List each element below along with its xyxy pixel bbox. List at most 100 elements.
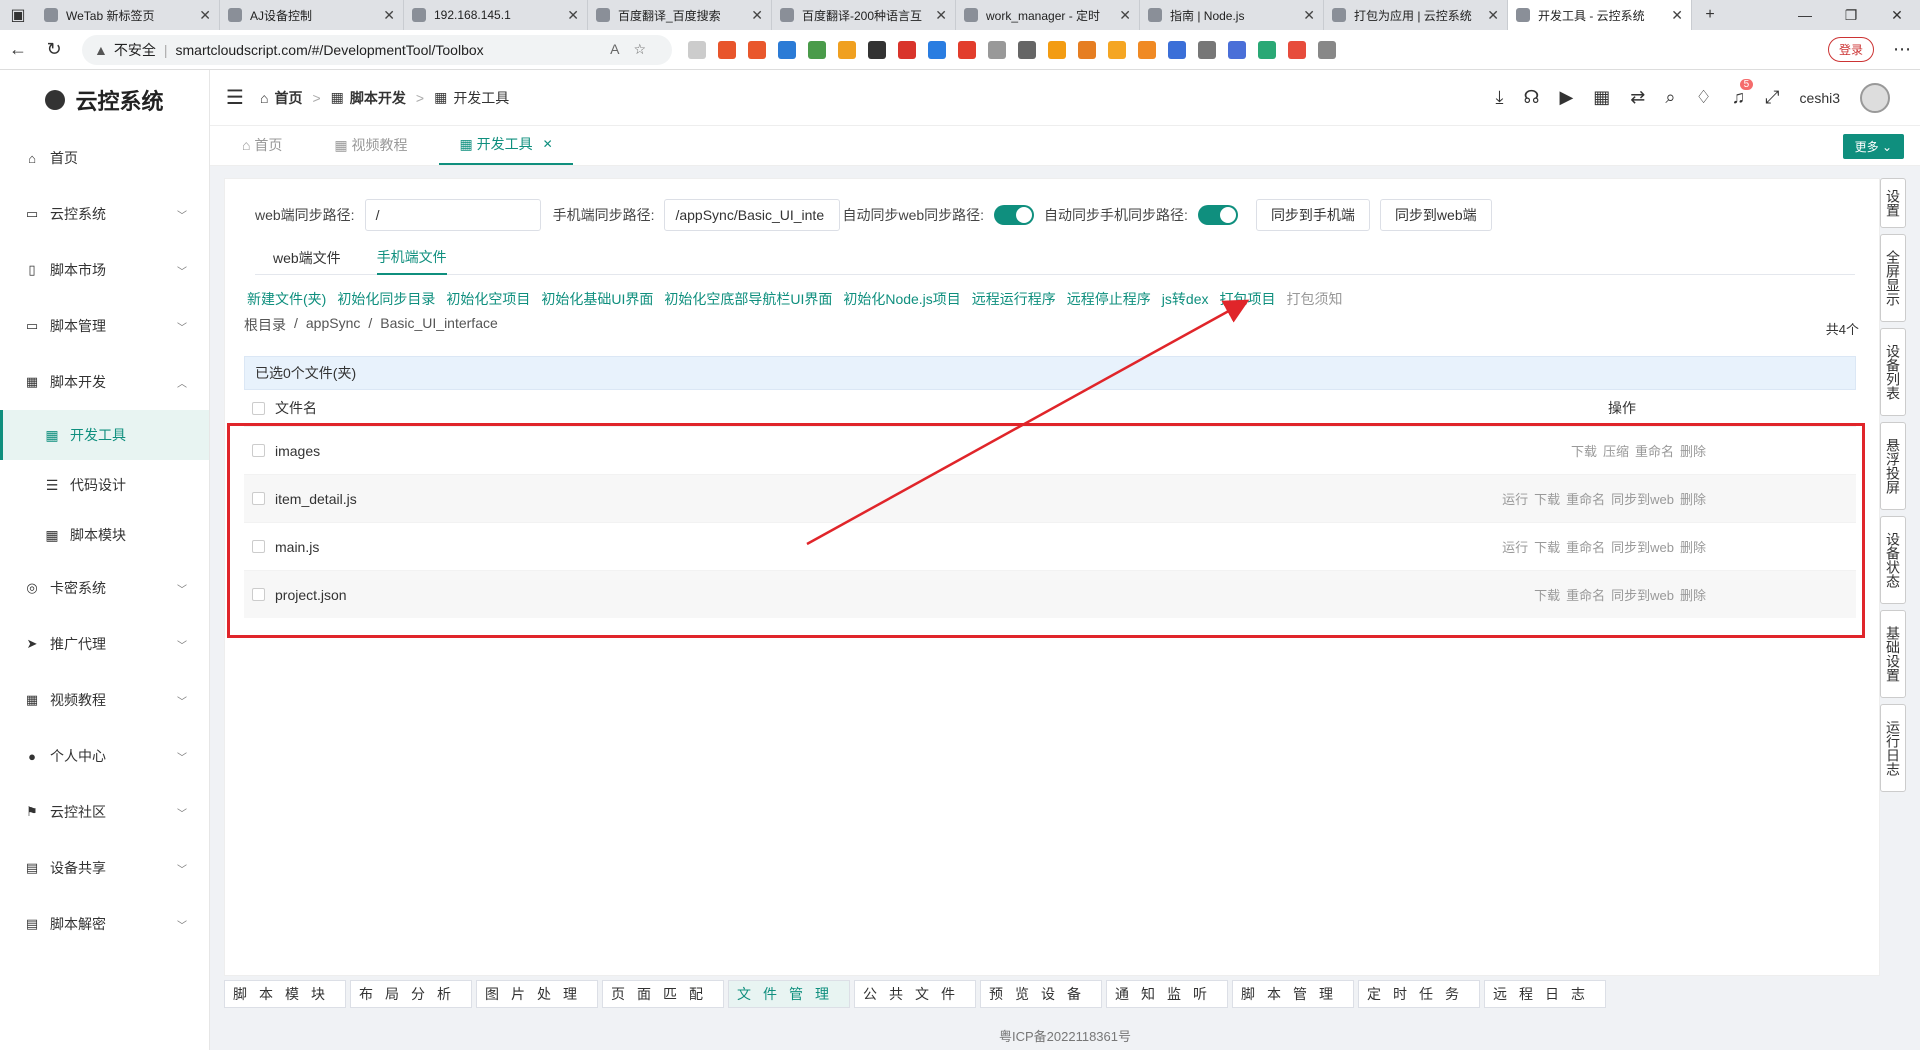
restore-icon[interactable]: ❐: [1828, 0, 1874, 30]
breadcrumb-script-dev[interactable]: ▦ 脚本开发: [331, 88, 406, 108]
close-tab-icon[interactable]: ✕: [1671, 7, 1683, 24]
apps-icon[interactable]: ▦: [1593, 87, 1610, 108]
extension-icon[interactable]: [1228, 40, 1246, 59]
sidebar-item[interactable]: ▤ 设备共享 ﹀: [0, 840, 209, 896]
sidebar-item[interactable]: ▤ 脚本解密 ﹀: [0, 896, 209, 952]
tab-video[interactable]: ▦ 视频教程: [314, 125, 427, 165]
table-row[interactable]: images 下载 压缩 重命名 删除: [244, 426, 1856, 474]
packaging-notes-link[interactable]: 打包须知: [1286, 289, 1342, 309]
row-action[interactable]: 下载: [1534, 585, 1560, 604]
search-icon[interactable]: ⌕: [1665, 87, 1675, 108]
row-checkbox[interactable]: [252, 444, 265, 457]
menu-toggle-icon[interactable]: ☰: [210, 85, 260, 110]
extension-icon[interactable]: [1018, 40, 1036, 59]
extension-icon[interactable]: [988, 40, 1006, 59]
browser-login-button[interactable]: 登录: [1827, 37, 1874, 62]
right-rail-tab[interactable]: 设置: [1880, 178, 1906, 228]
sidebar-item[interactable]: ⚑ 云控社区 ﹀: [0, 784, 209, 840]
file-name[interactable]: project.json: [275, 587, 1446, 603]
table-row[interactable]: project.json 下载 重命名 同步到web 删除: [244, 570, 1856, 618]
path-appsync[interactable]: appSync: [306, 315, 360, 335]
file-name[interactable]: main.js: [275, 539, 1446, 555]
action-link[interactable]: 远程停止程序: [1067, 289, 1151, 309]
sidebar-item[interactable]: ▦ 脚本开发 ︿: [0, 354, 209, 410]
extension-icon[interactable]: [808, 40, 826, 59]
download-icon[interactable]: ⤓: [1495, 87, 1503, 108]
bottom-tab[interactable]: 预览设备: [980, 980, 1102, 1008]
close-tab-icon[interactable]: ✕: [199, 7, 211, 24]
extension-icon[interactable]: [958, 40, 976, 59]
extension-icon[interactable]: [1138, 40, 1156, 59]
file-name[interactable]: images: [275, 443, 1446, 459]
row-action[interactable]: 同步到web: [1611, 585, 1674, 604]
row-action[interactable]: 运行: [1502, 489, 1528, 508]
auto-phone-toggle[interactable]: [1197, 205, 1238, 225]
web-path-input[interactable]: /: [364, 199, 541, 231]
action-link[interactable]: js转dex: [1162, 289, 1209, 309]
sidebar-item[interactable]: ▭ 云控系统 ﹀: [0, 186, 209, 242]
more-button[interactable]: 更多 ⌄: [1842, 134, 1904, 159]
row-action[interactable]: 删除: [1680, 489, 1706, 508]
browser-tab[interactable]: AJ设备控制 ✕: [220, 0, 404, 30]
extension-icon[interactable]: [928, 40, 946, 59]
browser-tab[interactable]: 百度翻译_百度搜索 ✕: [588, 0, 772, 30]
extension-icon[interactable]: [778, 40, 796, 59]
browser-tab[interactable]: 打包为应用 | 云控系统 ✕: [1324, 0, 1508, 30]
tab-web-files[interactable]: web端文件: [273, 241, 341, 275]
bottom-tab[interactable]: 定时任务: [1358, 980, 1480, 1008]
play-icon[interactable]: ▶: [1559, 87, 1573, 108]
action-link[interactable]: 初始化空底部导航栏UI界面: [664, 289, 832, 309]
row-action[interactable]: 删除: [1680, 441, 1706, 460]
new-tab-button[interactable]: +: [1692, 0, 1728, 30]
translate-icon[interactable]: ⇄: [1630, 87, 1645, 108]
close-tab-icon[interactable]: ✕: [1303, 7, 1315, 24]
table-row[interactable]: main.js 运行 下载 重命名 同步到web 删除: [244, 522, 1856, 570]
row-checkbox[interactable]: [252, 588, 265, 601]
action-link[interactable]: 新建文件(夹): [247, 289, 326, 309]
read-aloud-icon[interactable]: A☆: [610, 41, 660, 58]
refresh-icon[interactable]: ↻: [36, 32, 72, 68]
row-action[interactable]: 同步到web: [1611, 489, 1674, 508]
row-checkbox[interactable]: [252, 540, 265, 553]
row-action[interactable]: 运行: [1502, 537, 1528, 556]
sidebar-subitem[interactable]: ▦ 开发工具: [0, 410, 209, 460]
browser-tab[interactable]: 百度翻译-200种语言互 ✕: [772, 0, 956, 30]
bottom-tab[interactable]: 远程日志: [1484, 980, 1606, 1008]
row-action[interactable]: 重命名: [1566, 537, 1605, 556]
row-action[interactable]: 压缩: [1603, 441, 1629, 460]
bottom-tab[interactable]: 文件管理: [728, 980, 850, 1008]
url-field[interactable]: ▲ 不安全 | smartcloudscript.com/#/Developme…: [82, 34, 672, 65]
sync-to-web-button[interactable]: 同步到web端: [1379, 199, 1492, 231]
file-name[interactable]: item_detail.js: [275, 491, 1446, 507]
fullscreen-icon[interactable]: ⤢: [1765, 87, 1779, 108]
action-link[interactable]: 初始化Node.js项目: [843, 289, 960, 309]
headset-icon[interactable]: ☊: [1523, 87, 1539, 108]
path-root[interactable]: 根目录: [244, 315, 286, 335]
avatar[interactable]: [1860, 82, 1890, 113]
extension-icon[interactable]: [1108, 40, 1126, 59]
browser-tab[interactable]: 192.168.145.1 ✕: [404, 0, 588, 30]
action-link[interactable]: 初始化空项目: [446, 289, 530, 309]
row-action[interactable]: 下载: [1534, 489, 1560, 508]
right-rail-tab[interactable]: 基础设置: [1880, 610, 1906, 698]
close-tab-icon[interactable]: ✕: [383, 7, 395, 24]
sidebar-item[interactable]: ● 个人中心 ﹀: [0, 728, 209, 784]
bottom-tab[interactable]: 布局分析: [350, 980, 472, 1008]
browser-tab[interactable]: WeTab 新标签页 ✕: [36, 0, 220, 30]
back-icon[interactable]: ←: [0, 32, 36, 68]
close-tab-icon[interactable]: ✕: [1119, 7, 1131, 24]
tab-dev-tools[interactable]: ▦ 开发工具 ✕: [439, 125, 573, 165]
row-action[interactable]: 同步到web: [1611, 537, 1674, 556]
close-tab-icon[interactable]: ✕: [567, 7, 579, 24]
sidebar-item[interactable]: ➤ 推广代理 ﹀: [0, 616, 209, 672]
extension-icon[interactable]: [1078, 40, 1096, 59]
minimize-icon[interactable]: —: [1782, 0, 1828, 30]
close-icon[interactable]: ✕: [543, 137, 553, 151]
bottom-tab[interactable]: 脚本管理: [1232, 980, 1354, 1008]
bottom-tab[interactable]: 图片处理: [476, 980, 598, 1008]
extension-icon[interactable]: [898, 40, 916, 59]
row-action[interactable]: 重命名: [1566, 585, 1605, 604]
browser-menu-icon[interactable]: ⋯: [1884, 32, 1920, 68]
action-link[interactable]: 远程运行程序: [972, 289, 1056, 309]
right-rail-tab[interactable]: 悬浮投屏: [1880, 422, 1906, 510]
